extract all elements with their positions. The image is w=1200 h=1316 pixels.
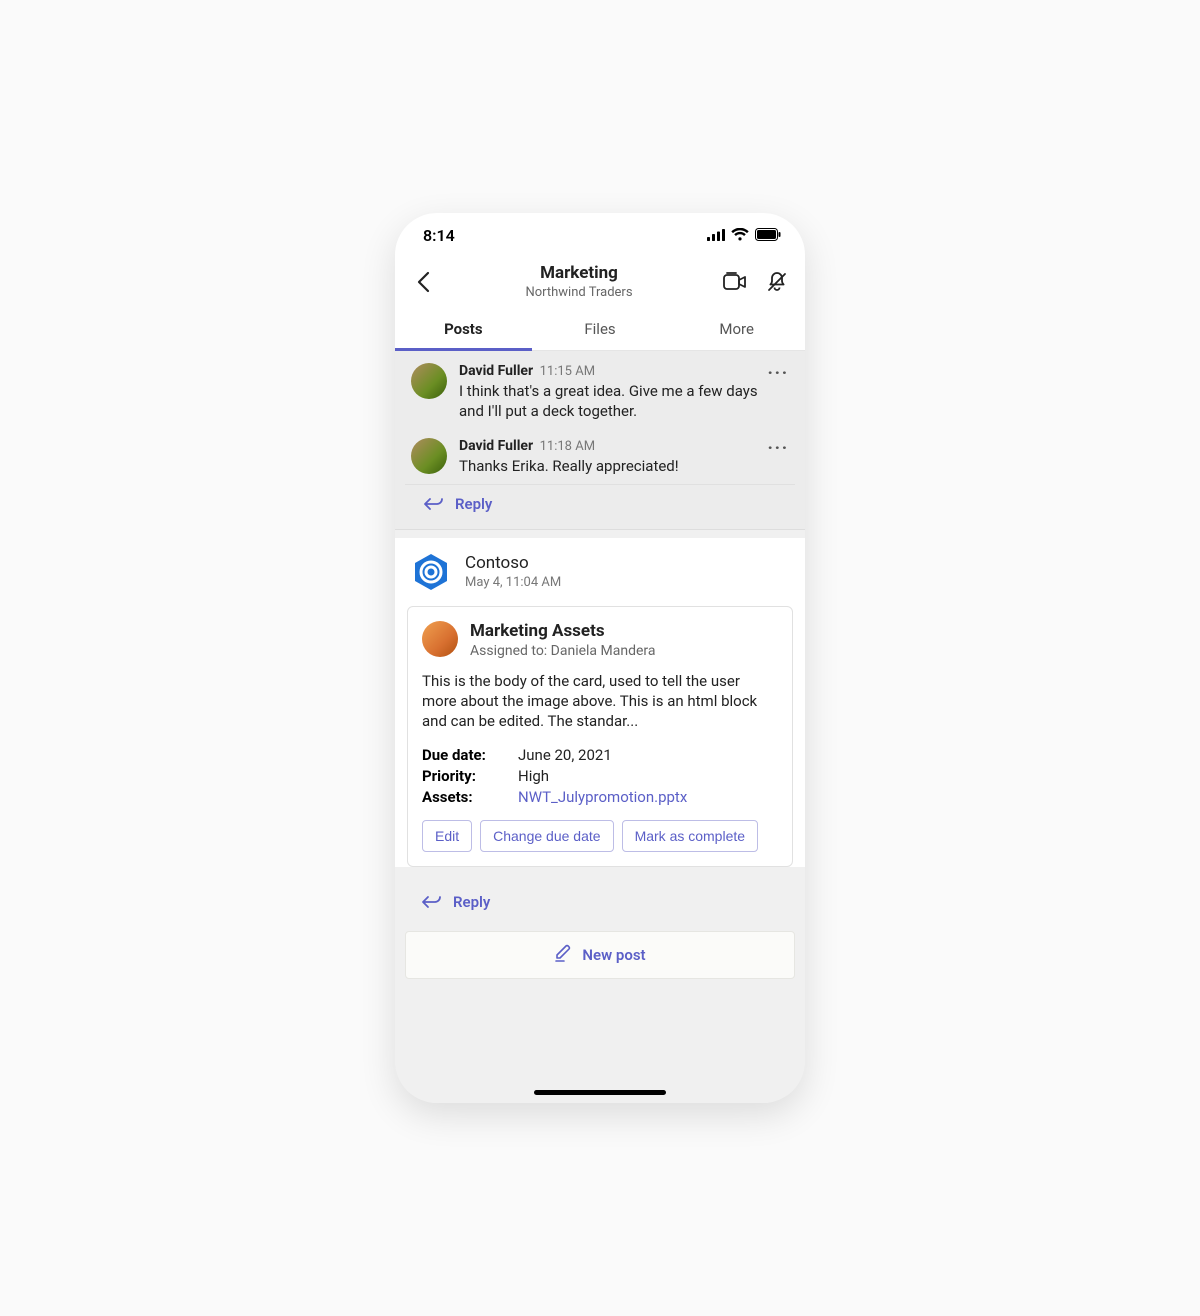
- cellular-icon: [707, 226, 725, 245]
- reply-label: Reply: [453, 893, 490, 911]
- card-body: This is the body of the card, used to te…: [422, 671, 778, 732]
- new-post-label: New post: [582, 946, 645, 964]
- scroll-area[interactable]: David Fuller 11:15 AM I think that's a g…: [395, 351, 805, 1103]
- home-indicator: [534, 1090, 666, 1095]
- bot-post: Contoso May 4, 11:04 AM Marketing Assets…: [395, 538, 805, 867]
- message-item[interactable]: David Fuller 11:18 AM Thanks Erika. Real…: [395, 426, 805, 480]
- reply-icon: [423, 497, 443, 511]
- message-time: 11:18 AM: [540, 439, 595, 454]
- new-post-button[interactable]: New post: [405, 931, 795, 979]
- mark-complete-button[interactable]: Mark as complete: [622, 820, 758, 852]
- fact-key: Assets:: [422, 788, 518, 806]
- reply-button[interactable]: Reply: [403, 883, 797, 923]
- fact-value: High: [518, 767, 549, 785]
- message-text: Thanks Erika. Really appreciated!: [459, 456, 769, 476]
- message-more-button[interactable]: ···: [768, 363, 789, 382]
- thread-container: David Fuller 11:15 AM I think that's a g…: [395, 351, 805, 530]
- fact-value-link[interactable]: NWT_Julypromotion.pptx: [518, 788, 687, 806]
- message-author: David Fuller: [459, 363, 533, 379]
- tab-posts[interactable]: Posts: [395, 308, 532, 350]
- fact-key: Priority:: [422, 767, 518, 785]
- card-title: Marketing Assets: [470, 621, 656, 641]
- status-time: 8:14: [423, 226, 455, 245]
- tab-files[interactable]: Files: [532, 308, 669, 350]
- bot-name: Contoso: [465, 553, 561, 573]
- assignee-avatar: [422, 621, 458, 657]
- fact-row: Assets: NWT_Julypromotion.pptx: [422, 788, 778, 806]
- status-icons: [707, 226, 781, 245]
- fact-row: Due date: June 20, 2021: [422, 746, 778, 764]
- tabs: Posts Files More: [395, 308, 805, 351]
- battery-icon: [755, 226, 781, 245]
- notifications-button[interactable]: [765, 270, 789, 294]
- header-title-block: Marketing Northwind Traders: [443, 263, 715, 300]
- reply-icon: [421, 895, 441, 909]
- reply-button[interactable]: Reply: [405, 484, 795, 525]
- message-text: I think that's a great idea. Give me a f…: [459, 381, 769, 422]
- bot-time: May 4, 11:04 AM: [465, 575, 561, 590]
- fact-value: June 20, 2021: [518, 746, 612, 764]
- fact-key: Due date:: [422, 746, 518, 764]
- channel-header: Marketing Northwind Traders: [395, 257, 805, 308]
- status-bar: 8:14: [395, 213, 805, 257]
- bot-header: Contoso May 4, 11:04 AM: [395, 538, 805, 602]
- card-subtitle: Assigned to: Daniela Mandera: [470, 643, 656, 659]
- message-item[interactable]: David Fuller 11:15 AM I think that's a g…: [395, 351, 805, 426]
- message-author: David Fuller: [459, 438, 533, 454]
- channel-name: Marketing: [443, 263, 715, 283]
- card-facts: Due date: June 20, 2021 Priority: High A…: [422, 746, 778, 806]
- change-due-date-button[interactable]: Change due date: [480, 820, 613, 852]
- reply-label: Reply: [455, 495, 492, 513]
- message-time: 11:15 AM: [540, 364, 595, 379]
- bot-logo-icon: [411, 552, 451, 592]
- tab-more[interactable]: More: [668, 308, 805, 350]
- wifi-icon: [731, 226, 749, 245]
- team-name: Northwind Traders: [443, 285, 715, 300]
- avatar: [411, 438, 447, 474]
- adaptive-card: Marketing Assets Assigned to: Daniela Ma…: [407, 606, 793, 867]
- phone-frame: 8:14 Marketing Northwind Traders: [395, 213, 805, 1103]
- edit-button[interactable]: Edit: [422, 820, 472, 852]
- message-more-button[interactable]: ···: [768, 438, 789, 457]
- meet-button[interactable]: [723, 270, 747, 294]
- fact-row: Priority: High: [422, 767, 778, 785]
- compose-icon: [554, 944, 572, 966]
- back-button[interactable]: [411, 270, 435, 294]
- avatar: [411, 363, 447, 399]
